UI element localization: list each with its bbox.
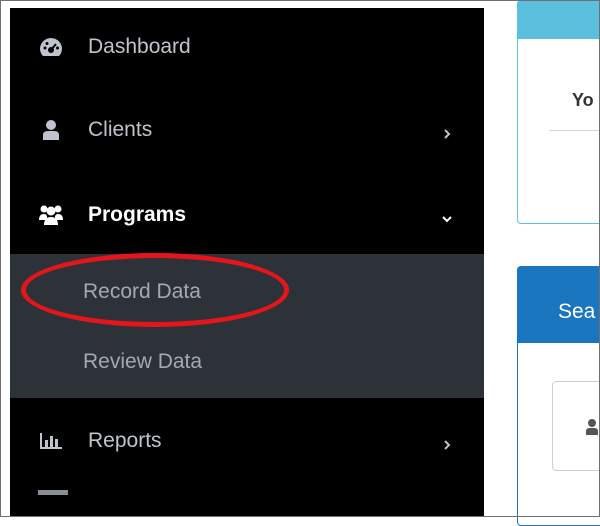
chevron-right-icon	[440, 123, 454, 139]
sidebar-item-label: Dashboard	[88, 35, 191, 58]
info-panel-header	[518, 1, 600, 39]
chevron-right-icon	[440, 434, 454, 450]
users-icon	[38, 203, 64, 227]
sidebar-next-icon	[38, 490, 68, 495]
info-panel	[517, 0, 600, 224]
user-icon	[585, 418, 599, 436]
sidebar-item-clients[interactable]: Clients	[10, 100, 484, 160]
search-panel-title: Sea	[558, 300, 596, 323]
highlight-annotation	[21, 253, 289, 327]
divider	[549, 130, 600, 131]
sidebar-item-dashboard[interactable]: Dashboard	[10, 17, 484, 77]
sidebar-item-label: Clients	[88, 118, 153, 141]
user-icon	[38, 118, 64, 142]
dashboard-icon	[38, 35, 64, 59]
info-panel-text: Yo	[572, 90, 594, 110]
chevron-down-icon	[440, 208, 454, 223]
sidebar-item-label: Programs	[88, 203, 187, 226]
sidebar-item-programs[interactable]: Programs	[10, 185, 484, 245]
sidebar-item-reports[interactable]: Reports	[10, 411, 484, 471]
bar-chart-icon	[38, 429, 64, 453]
sidebar-item-label: Reports	[88, 429, 162, 452]
submenu-item-label: Review Data	[83, 350, 203, 373]
submenu-item-review-data[interactable]: Review Data	[10, 332, 484, 392]
